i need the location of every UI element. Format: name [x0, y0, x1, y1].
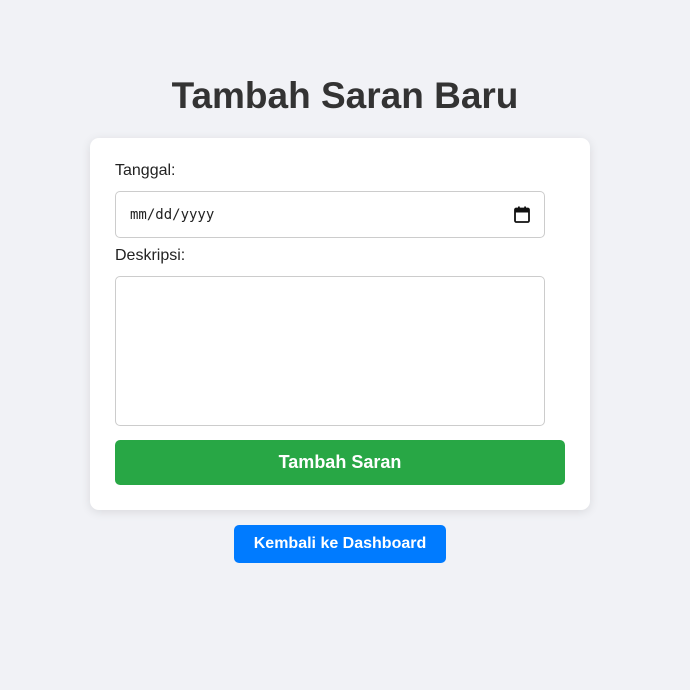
description-textarea[interactable]	[115, 276, 545, 426]
calendar-icon[interactable]	[514, 206, 530, 223]
page-title: Tambah Saran Baru	[171, 75, 519, 116]
date-placeholder: mm/dd/yyyy	[130, 207, 215, 223]
date-label: Tanggal:	[115, 162, 176, 179]
back-to-dashboard-button[interactable]: Kembali ke Dashboard	[234, 525, 446, 563]
add-suggestion-button[interactable]: Tambah Saran	[115, 440, 565, 485]
add-suggestion-form: Tanggal: mm/dd/yyyy Deskripsi: Tambah Sa…	[90, 138, 590, 510]
description-label: Deskripsi:	[115, 247, 186, 264]
date-input[interactable]: mm/dd/yyyy	[115, 191, 545, 238]
